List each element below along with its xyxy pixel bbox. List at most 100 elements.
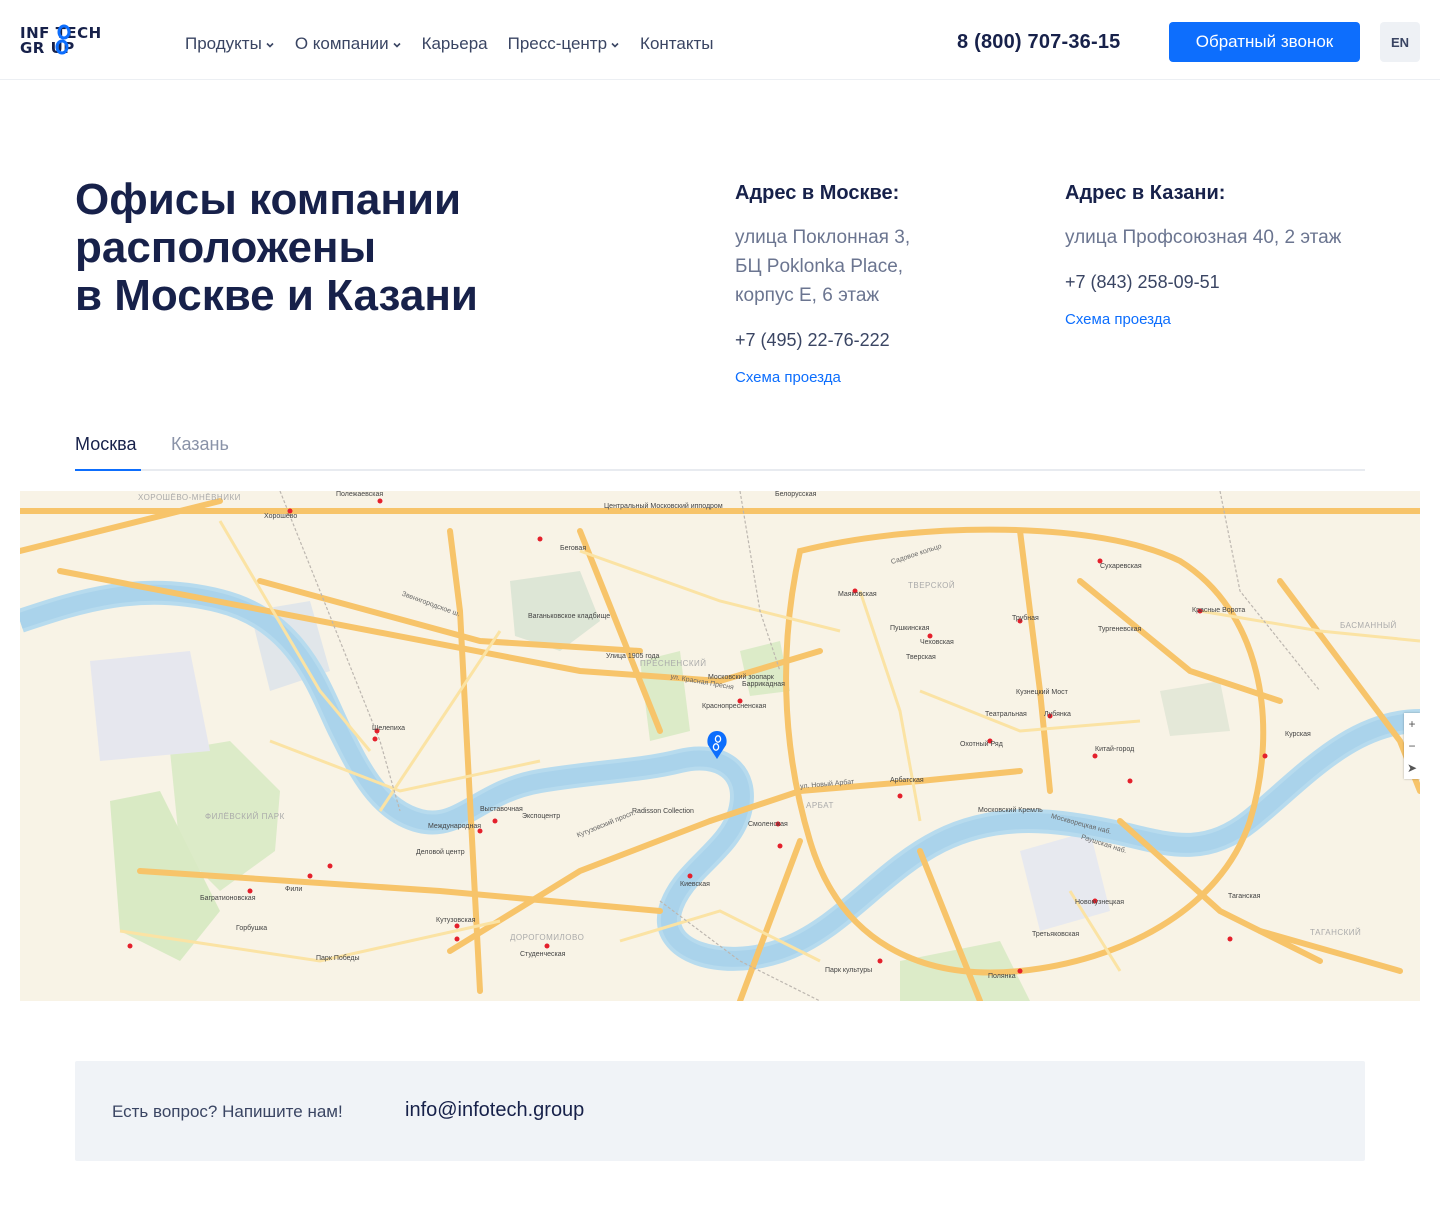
map-station-label: Охотный Ряд bbox=[960, 741, 1003, 748]
map-station-label: Баррикадная bbox=[742, 681, 785, 688]
site-header: INF TECH GR UP Продукты О компании Карье… bbox=[0, 0, 1440, 80]
kazan-address-block: Адрес в Казани: улица Профсоюзная 40, 2 … bbox=[1065, 180, 1395, 329]
map-station-label: Лубянка bbox=[1044, 711, 1071, 718]
nav-item-label: Пресс-центр bbox=[507, 34, 608, 53]
nav-item-label: Карьера bbox=[421, 34, 488, 53]
contact-email-link[interactable]: info@infotech.group bbox=[405, 1099, 584, 1122]
header-phone[interactable]: 8 (800) 707-36-15 bbox=[957, 31, 1121, 54]
map-station-label: Пушкинская bbox=[890, 625, 930, 632]
moscow-address-heading: Адрес в Москве: bbox=[735, 182, 900, 204]
map-station-label: Курская bbox=[1285, 731, 1311, 738]
map-station-label: Тургеневская bbox=[1098, 626, 1142, 633]
kazan-phone[interactable]: +7 (843) 258-09-51 bbox=[1065, 269, 1395, 295]
map-poi-label: Radisson Collection bbox=[632, 808, 694, 815]
map-station-label: Полянка bbox=[988, 973, 1016, 980]
map-station-label: Деловой центр bbox=[416, 849, 465, 856]
map-station-label: Таганская bbox=[1228, 893, 1261, 900]
map-poi-label: Экспоцентр bbox=[522, 813, 561, 820]
locate-icon[interactable]: ➤ bbox=[1404, 757, 1420, 779]
map-district-label: ДОРОГОМИЛОВО bbox=[510, 933, 585, 942]
kazan-address-heading: Адрес в Казани: bbox=[1065, 182, 1226, 204]
nav-item-career[interactable]: Карьера bbox=[422, 32, 488, 56]
map-station-label: Новокузнецкая bbox=[1075, 899, 1124, 906]
moscow-street-line: БЦ Poklonka Place, bbox=[735, 256, 904, 277]
map-station-label: Студенческая bbox=[520, 951, 566, 958]
map-poi-label: Центральный Московский ипподром bbox=[604, 503, 723, 510]
map-station-label: Московский Кремль bbox=[978, 807, 1043, 814]
map-district-label: ТАГАНСКИЙ bbox=[1310, 928, 1362, 937]
chevron-down-icon bbox=[266, 42, 274, 48]
contact-box: Есть вопрос? Напишите нам! info@infotech… bbox=[75, 1061, 1365, 1161]
map-station-label: Краснопресненская bbox=[702, 703, 767, 710]
map-station-label: Белорусская bbox=[775, 491, 817, 498]
moscow-street: улица Поклонная 3, БЦ Poklonka Place, ко… bbox=[735, 223, 1025, 310]
map-station-label: Китай-город bbox=[1095, 746, 1135, 753]
zoom-out-button[interactable]: − bbox=[1404, 735, 1420, 757]
map-canvas[interactable] bbox=[20, 491, 1420, 1001]
map-station-label: Выставочная bbox=[480, 806, 523, 813]
map-poi-label: Московский зоопарк bbox=[708, 674, 774, 681]
tab-moscow[interactable]: Москва bbox=[75, 434, 141, 471]
map-station-label: Красные Ворота bbox=[1192, 607, 1246, 614]
main-nav: Продукты О компании Карьера Пресс-центр … bbox=[185, 32, 733, 56]
map-zoom-controls: + − ➤ bbox=[1404, 713, 1420, 779]
map-district-label: ФИЛЁВСКИЙ ПАРК bbox=[205, 812, 285, 821]
nav-item-company[interactable]: О компании bbox=[295, 32, 402, 56]
map-station-label: Беговая bbox=[560, 545, 587, 552]
nav-item-press[interactable]: Пресс-центр bbox=[508, 32, 620, 56]
tab-kazan[interactable]: Казань bbox=[171, 434, 229, 471]
title-line: расположены bbox=[75, 223, 377, 272]
moscow-address-block: Адрес в Москве: улица Поклонная 3, БЦ Po… bbox=[735, 180, 1025, 387]
map-station-label: Театральная bbox=[985, 711, 1027, 718]
map-district-label: ПРЕСНЕНСКИЙ bbox=[640, 659, 707, 668]
city-tabs: Москва Казань bbox=[75, 434, 1365, 471]
logo-mark-icon bbox=[55, 24, 71, 55]
map-station-label: Киевская bbox=[680, 881, 710, 888]
map-station-label: Смоленская bbox=[748, 821, 788, 828]
map-station-label: Кутузовская bbox=[436, 917, 476, 924]
office-map[interactable]: ХОРОШЁВО-МНЁВНИКИ ПРЕСНЕНСКИЙ АРБАТ ТВЕР… bbox=[20, 491, 1420, 1001]
nav-item-products[interactable]: Продукты bbox=[185, 32, 275, 56]
company-logo[interactable]: INF TECH GR UP bbox=[20, 24, 120, 58]
map-station-label: Фили bbox=[285, 886, 303, 893]
map-poi-label: Ваганьковское кладбище bbox=[528, 613, 611, 620]
callback-button[interactable]: Обратный звонок bbox=[1169, 22, 1360, 62]
title-line: Офисы компании bbox=[75, 175, 462, 224]
map-station-label: Горбушка bbox=[236, 925, 268, 932]
title-line: в Москве и Казани bbox=[75, 271, 478, 320]
map-station-label: Парк культуры bbox=[825, 967, 873, 974]
map-station-label: Международная bbox=[428, 823, 482, 830]
nav-item-label: Контакты bbox=[640, 34, 714, 53]
page-title: Офисы компании расположены в Москве и Ка… bbox=[75, 176, 635, 320]
zoom-in-button[interactable]: + bbox=[1404, 713, 1420, 735]
moscow-street-line: корпус Е, 6 этаж bbox=[735, 285, 880, 306]
map-station-label: Кузнецкий Мост bbox=[1016, 689, 1068, 696]
nav-item-contacts[interactable]: Контакты bbox=[640, 32, 713, 56]
map-station-label: Арбатская bbox=[890, 777, 924, 784]
map-station-label: Багратионовская bbox=[200, 895, 256, 902]
kazan-street-line: улица Профсоюзная 40, 2 этаж bbox=[1065, 227, 1342, 248]
contact-question: Есть вопрос? Напишите нам! bbox=[112, 1102, 343, 1121]
map-station-label: Улица 1905 года bbox=[606, 653, 660, 660]
map-station-label: Парк Победы bbox=[316, 955, 360, 962]
kazan-route-link[interactable]: Схема проезда bbox=[1065, 311, 1171, 328]
map-station-label: Третьяковская bbox=[1032, 931, 1080, 938]
map-station-label: Тверская bbox=[906, 654, 936, 661]
moscow-route-link[interactable]: Схема проезда bbox=[735, 369, 841, 386]
chevron-down-icon bbox=[393, 42, 401, 48]
map-station-label: Шелепиха bbox=[372, 725, 406, 732]
chevron-down-icon bbox=[611, 42, 619, 48]
moscow-phone[interactable]: +7 (495) 22-76-222 bbox=[735, 327, 1025, 353]
map-district-label: ТВЕРСКОЙ bbox=[908, 581, 956, 590]
nav-item-label: О компании bbox=[294, 34, 389, 53]
map-district-label: БАСМАННЫЙ bbox=[1340, 621, 1397, 630]
map-district-label: ХОРОШЁВО-МНЁВНИКИ bbox=[138, 493, 241, 502]
map-station-label: Полежаевская bbox=[336, 491, 384, 498]
language-switch[interactable]: EN bbox=[1380, 22, 1420, 62]
map-station-label: Хорошёво bbox=[264, 513, 298, 520]
map-station-label: Маяковская bbox=[838, 591, 877, 598]
nav-item-label: Продукты bbox=[185, 34, 262, 53]
map-station-label: Трубная bbox=[1012, 615, 1039, 622]
moscow-street-line: улица Поклонная 3, bbox=[735, 227, 911, 248]
map-station-label: Чеховская bbox=[920, 639, 954, 646]
